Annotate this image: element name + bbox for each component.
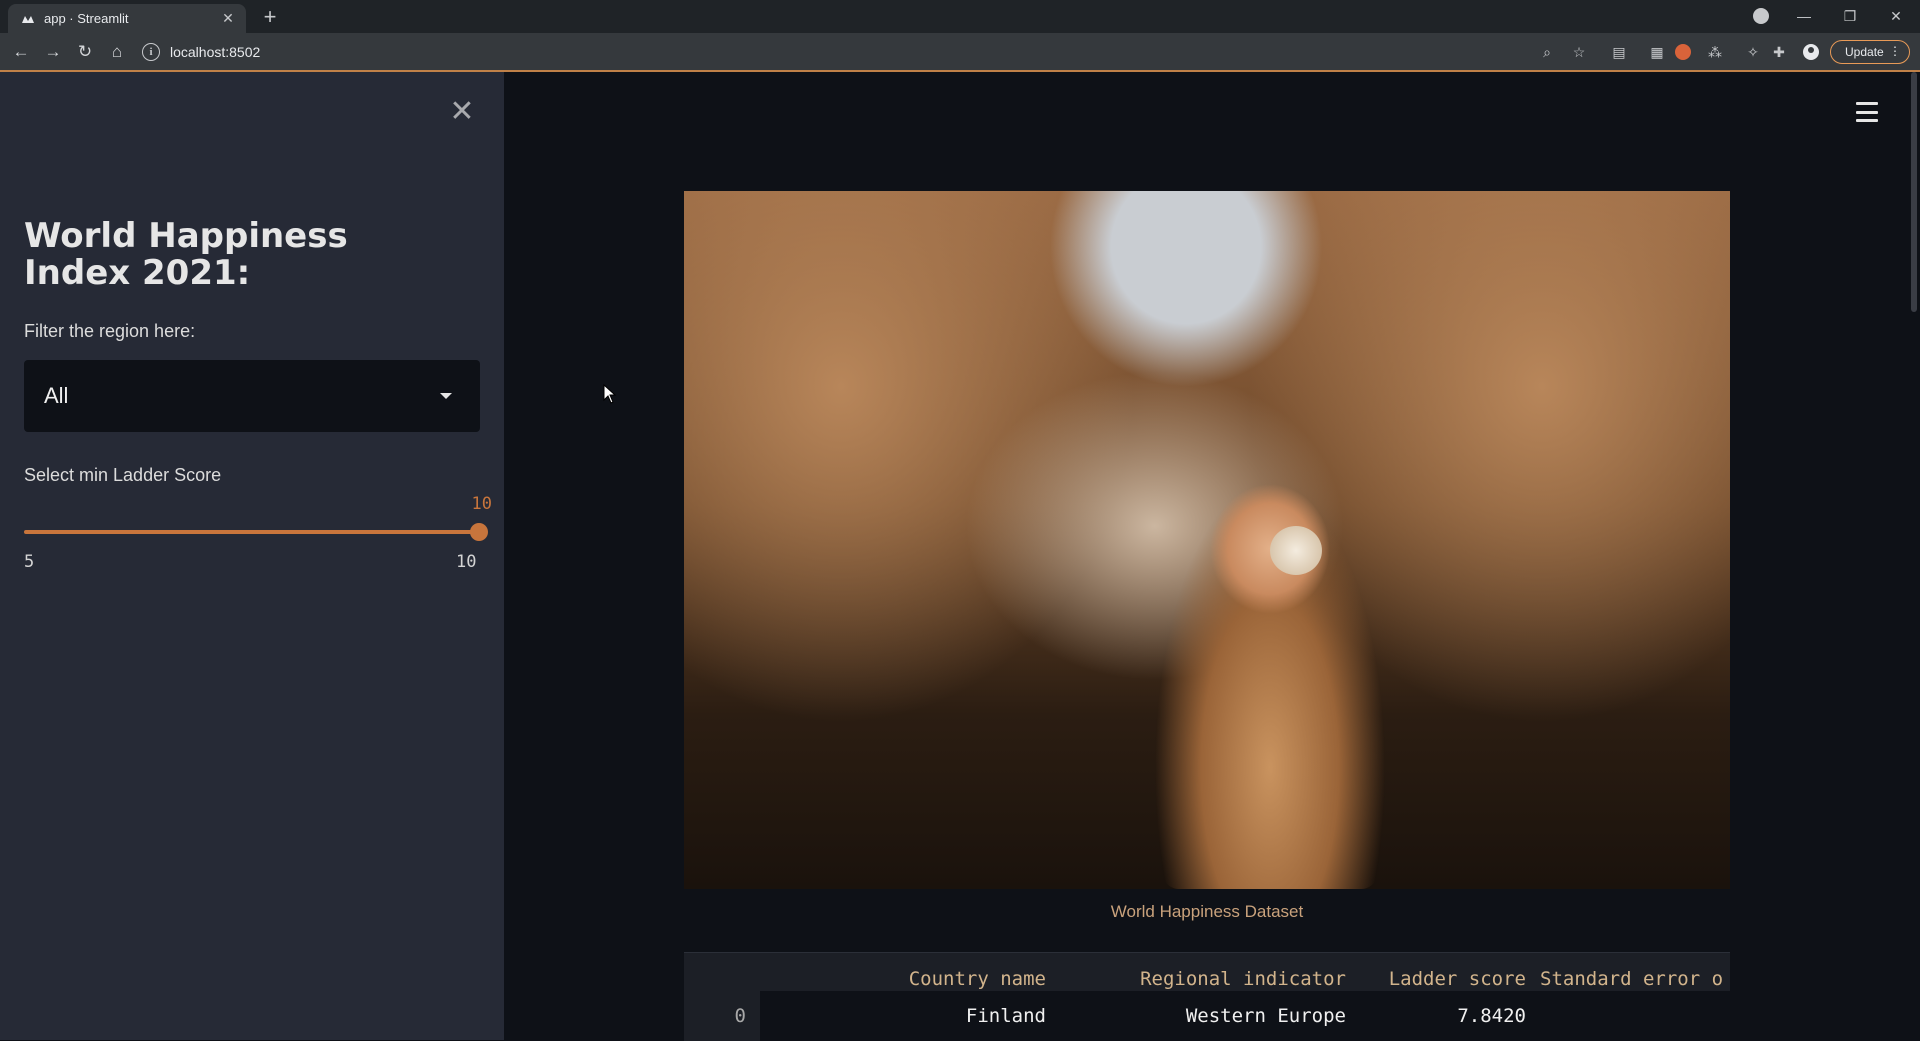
chevron-down-icon [440, 393, 452, 399]
slider-max-label: 10 [456, 552, 477, 572]
reload-icon[interactable]: ↻ [74, 41, 96, 63]
image-caption: World Happiness Dataset [1110, 902, 1304, 921]
table-cell[interactable]: Western Europe [1046, 998, 1346, 1034]
table-cell[interactable]: Finland [764, 998, 1046, 1034]
more-menu-icon[interactable]: ⋮ [1889, 44, 1901, 58]
ladder-slider-label: Select min Ladder Score [24, 465, 222, 485]
ladder-slider-track[interactable] [24, 530, 480, 534]
main-menu-icon[interactable] [1856, 102, 1878, 122]
close-sidebar-icon[interactable]: ✕ [448, 97, 476, 127]
extension-icon[interactable]: ✧ [1744, 43, 1762, 61]
column-header[interactable]: Country name [764, 961, 1046, 997]
mouse-cursor-icon [603, 384, 617, 404]
tab-search-icon[interactable] [1753, 8, 1769, 24]
update-button[interactable]: Update ⋮ [1830, 40, 1910, 64]
hero-image [684, 191, 1730, 889]
slider-min-label: 5 [24, 552, 35, 572]
puzzle-extensions-icon[interactable]: ✚ [1770, 43, 1788, 61]
dataframe[interactable]: Country name Regional indicator Ladder s… [684, 952, 1730, 1041]
site-info-icon[interactable]: i [142, 43, 160, 61]
profile-avatar-icon[interactable] [1802, 43, 1820, 61]
bookmark-star-icon[interactable]: ☆ [1570, 43, 1588, 61]
home-icon[interactable]: ⌂ [106, 41, 128, 63]
extension-icon[interactable]: ▦ [1648, 43, 1666, 61]
close-window-button[interactable]: ✕ [1878, 4, 1914, 28]
scrollbar-thumb[interactable] [1911, 72, 1917, 312]
region-filter-label: Filter the region here: [24, 321, 196, 341]
update-label: Update [1845, 45, 1884, 59]
streamlit-favicon-icon [20, 11, 36, 27]
tab-close-icon[interactable]: ✕ [218, 9, 238, 29]
tab-title: app · Streamlit [44, 11, 129, 26]
restore-window-button[interactable]: ❐ [1832, 4, 1868, 28]
new-tab-button[interactable]: + [258, 6, 282, 30]
sidebar: ✕ World Happiness Index 2021: Filter the… [0, 72, 504, 1040]
sidebar-title: World Happiness Index 2021: [24, 216, 348, 293]
browser-tab[interactable]: app · Streamlit ✕ [8, 4, 246, 33]
address-url: localhost:8502 [170, 44, 261, 60]
region-select[interactable]: All [24, 360, 480, 432]
extension-icon[interactable]: ⁂ [1706, 43, 1724, 61]
ladder-slider-thumb[interactable] [470, 523, 488, 541]
flower [1269, 526, 1323, 575]
adblock-icon[interactable] [1674, 43, 1692, 61]
dataframe-header-row: Country name Regional indicator Ladder s… [684, 961, 1730, 997]
minimize-window-button[interactable]: — [1786, 4, 1822, 28]
page-scrollbar[interactable] [1908, 72, 1920, 1040]
browser-toolbar: ← → ↻ ⌂ i localhost:8502 ⌕ ☆ ▤ ▦ ⁂ ✧ ✚ U… [0, 33, 1920, 72]
row-index: 0 [734, 1005, 746, 1027]
table-cell[interactable] [1540, 998, 1720, 1034]
forward-arrow-icon[interactable]: → [42, 41, 64, 63]
address-bar[interactable]: i localhost:8502 [142, 37, 1532, 67]
column-header[interactable]: Standard error o [1540, 961, 1730, 997]
region-select-value: All [44, 383, 69, 408]
slider-current-value: 10 [471, 494, 492, 514]
column-header[interactable]: Ladder score [1346, 961, 1526, 997]
extension-icon[interactable]: ▤ [1610, 43, 1628, 61]
table-cell[interactable]: 7.8420 [1346, 998, 1526, 1034]
browser-tab-bar: app · Streamlit ✕ + — ❐ ✕ [0, 0, 1920, 33]
zoom-icon[interactable]: ⌕ [1538, 43, 1556, 61]
column-header[interactable]: Regional indicator [1046, 961, 1346, 997]
back-arrow-icon[interactable]: ← [10, 41, 32, 63]
table-row: 0 Finland Western Europe 7.8420 [684, 998, 1730, 1034]
